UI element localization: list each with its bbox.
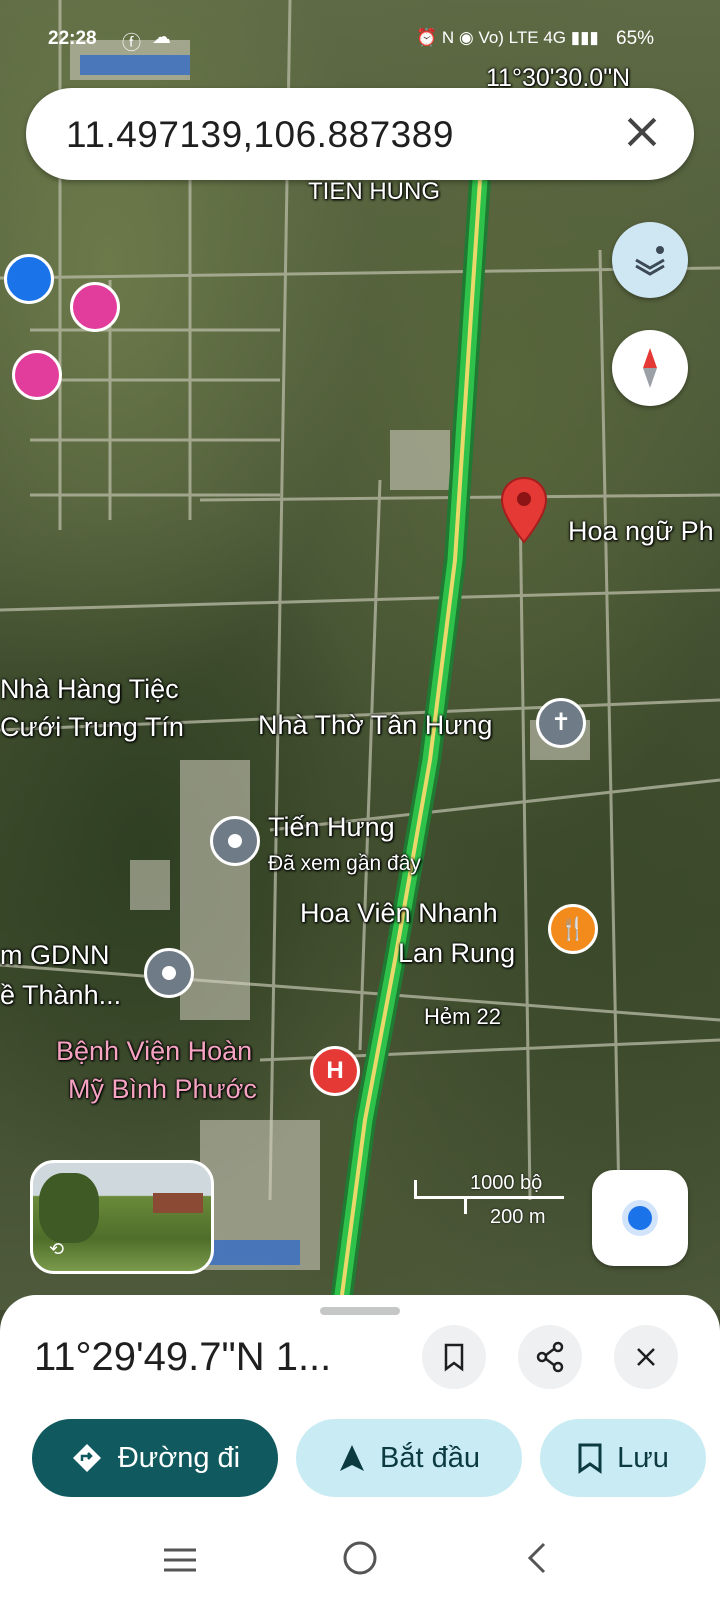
bookmark-icon [444, 1343, 464, 1372]
hotel-pin-icon[interactable] [70, 282, 120, 332]
place-pin-icon[interactable] [144, 948, 194, 998]
battery-level: 65% [616, 28, 655, 49]
alley-label: Hẻm 22 [424, 1004, 502, 1029]
system-nav-bar [0, 1520, 720, 1601]
place-hospital-line1[interactable]: Bệnh Viện Hoàn [56, 1036, 252, 1067]
search-input[interactable]: 11.497139,106.887389 [66, 114, 454, 156]
share-button[interactable] [518, 1325, 582, 1389]
compass-button[interactable] [612, 330, 688, 406]
directions-label: Đường đi [117, 1441, 241, 1474]
recents-icon[interactable] [160, 1540, 200, 1580]
my-location-button[interactable] [592, 1170, 688, 1266]
bookmark-icon [578, 1443, 602, 1474]
status-time: 22:28 [48, 28, 97, 49]
lock-place-icon[interactable] [4, 254, 54, 304]
road-label-tien-hung: TIEN HUNG [308, 178, 440, 205]
scale-tick [414, 1180, 417, 1198]
home-icon[interactable] [340, 1538, 380, 1578]
start-label: Bắt đầu [380, 1441, 480, 1474]
place-hoa-vien-line2[interactable]: Lan Rung [398, 938, 515, 969]
back-icon[interactable] [522, 1538, 552, 1578]
dropped-pin-icon[interactable] [500, 476, 548, 546]
sheet-title: 11°29'49.7"N 1... [34, 1335, 332, 1379]
street-view-thumbnail[interactable]: ⟲ [30, 1160, 214, 1274]
place-gdnn-line2[interactable]: ề Thành... [0, 980, 121, 1011]
save-label: Lưu [617, 1441, 669, 1474]
place-tien-hung-label[interactable]: Tiến Hưng [268, 812, 395, 843]
search-clear-icon[interactable] [620, 110, 664, 154]
compass-icon [643, 348, 657, 388]
scale-imperial: 1000 bộ [470, 1172, 543, 1194]
directions-icon [72, 1444, 101, 1472]
bookmark-button[interactable] [422, 1325, 486, 1389]
scale-bar [414, 1196, 564, 1199]
place-hoa-vien-line1[interactable]: Hoa Viên Nhanh [300, 898, 498, 929]
my-location-icon [628, 1206, 652, 1230]
place-restaurant-line2[interactable]: Cưới Trung Tín [0, 712, 184, 743]
restaurant-pin-icon[interactable]: 🍴 [548, 904, 598, 954]
place-pin-icon[interactable] [210, 816, 260, 866]
hospital-pin-icon[interactable]: H [310, 1046, 360, 1096]
place-gdnn-line1[interactable]: m GDNN [0, 940, 110, 971]
layers-button[interactable] [612, 222, 688, 298]
hotel-pin-icon[interactable] [12, 350, 62, 400]
search-bar[interactable]: 11.497139,106.887389 [26, 88, 694, 180]
street-view-rotate-icon: ⟲ [49, 1239, 65, 1259]
start-button[interactable]: Bắt đầu [296, 1419, 522, 1497]
directions-button[interactable]: Đường đi [32, 1419, 278, 1497]
status-bar: 22:28 ⓕ ☁ ⏰ N ◉ Vo) LTE 4G ▮▮▮ 65% [0, 22, 720, 62]
place-church-label[interactable]: Nhà Thờ Tân Hưng [258, 710, 492, 741]
facebook-icon: ⓕ [122, 33, 142, 54]
place-restaurant-line1[interactable]: Nhà Hàng Tiệc [0, 674, 179, 705]
close-button[interactable] [614, 1325, 678, 1389]
cloud-icon: ☁ [152, 27, 171, 48]
scale-metric: 200 m [490, 1206, 546, 1228]
share-icon [536, 1341, 564, 1373]
close-icon [637, 1348, 655, 1366]
map-view[interactable]: 22:28 ⓕ ☁ ⏰ N ◉ Vo) LTE 4G ▮▮▮ 65% 11°30… [0, 0, 720, 1310]
scale-tick [464, 1196, 467, 1214]
save-button[interactable]: Lưu [540, 1419, 706, 1497]
sheet-drag-handle[interactable] [320, 1307, 400, 1315]
layers-icon [635, 246, 665, 276]
church-pin-icon[interactable]: ✝ [536, 698, 586, 748]
place-hospital-line2[interactable]: Mỹ Bình Phước [68, 1074, 257, 1105]
dropped-pin-label: Hoa ngữ Ph [568, 516, 714, 546]
navigation-icon [340, 1445, 364, 1471]
status-icons: ⏰ N ◉ Vo) LTE 4G ▮▮▮ [416, 28, 599, 47]
place-tien-hung-sublabel: Đã xem gần đây [268, 852, 421, 875]
